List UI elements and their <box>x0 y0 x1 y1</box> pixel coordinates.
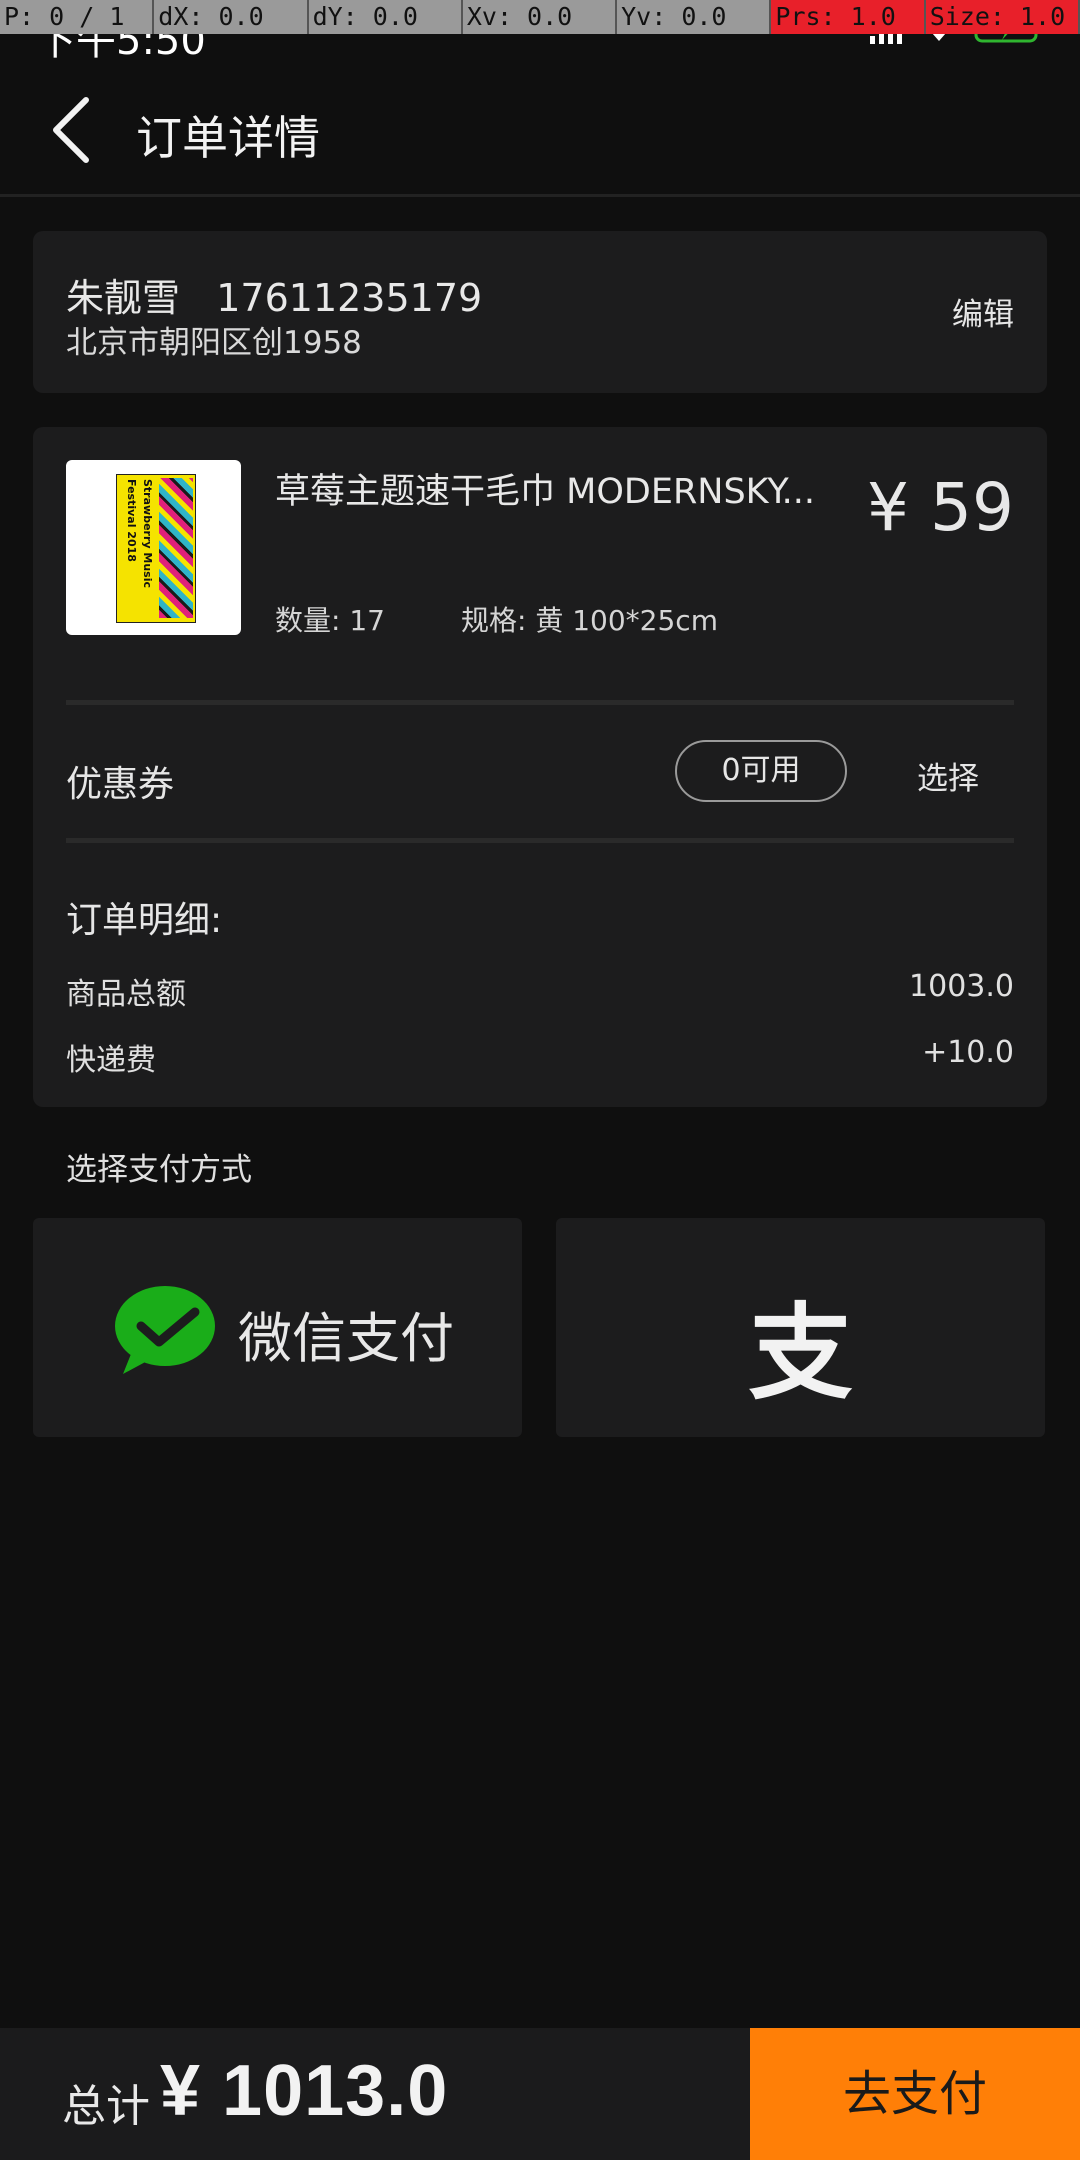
divider <box>66 700 1014 705</box>
product-name[interactable]: 草莓主题速干毛巾 MODERNSKY... <box>275 463 835 514</box>
recipient-address: 北京市朝阳区创1958 <box>66 325 362 361</box>
product-spec: 规格: 黄 100*25cm <box>461 604 718 637</box>
coupon-available-badge[interactable]: 0可用 <box>675 740 847 802</box>
wechat-pay-label: 微信支付 <box>238 1307 454 1370</box>
poster-pattern <box>159 478 193 618</box>
wechat-pay-icon <box>115 1286 215 1374</box>
debug-pressure: Prs: 1.0 <box>771 0 926 34</box>
product-thumbnail[interactable]: Strawberry Music Festival 2018 <box>66 460 241 635</box>
debug-size: Size: 1.0 <box>925 0 1080 34</box>
address-card[interactable]: 朱靓雪 17611235179 北京市朝阳区创1958 编辑 <box>33 231 1047 393</box>
alipay-icon: 支 <box>748 1292 853 1414</box>
subtotal-label: 商品总额 <box>66 977 186 1012</box>
go-pay-button[interactable]: 去支付 <box>750 2028 1080 2160</box>
product-price: ¥ 59 <box>867 469 1014 546</box>
coupon-select-button[interactable]: 选择 <box>917 753 979 798</box>
coupon-label: 优惠券 <box>66 764 175 805</box>
alipay-button[interactable]: 支 <box>556 1218 1045 1437</box>
top-app-bar: 订单详情 <box>0 66 1080 197</box>
debug-dx: dX: 0.0 <box>154 0 309 34</box>
checkout-footer: 总计 ¥ 1013.0 去支付 <box>0 2028 1080 2160</box>
back-arrow-icon[interactable] <box>48 94 96 166</box>
order-detail-title: 订单明细: <box>66 900 223 941</box>
poster-text: Strawberry Music Festival 2018 <box>125 479 154 588</box>
debug-pointer-count: P: 0 / 1 <box>0 0 155 34</box>
festival-poster-image: Strawberry Music Festival 2018 <box>116 474 196 623</box>
debug-yv: Yv: 0.0 <box>617 0 772 34</box>
order-card: Strawberry Music Festival 2018 草莓主题速干毛巾 … <box>33 427 1047 1107</box>
page-title: 订单详情 <box>136 111 320 165</box>
pointer-debug-bar: P: 0 / 1 dX: 0.0 dY: 0.0 Xv: 0.0 Yv: 0.0… <box>0 0 1080 34</box>
subtotal-value: 1003.0 <box>909 969 1014 1004</box>
shipping-value: +10.0 <box>922 1035 1014 1070</box>
divider <box>66 838 1014 843</box>
debug-dy: dY: 0.0 <box>308 0 463 34</box>
payment-method-title: 选择支付方式 <box>66 1152 252 1188</box>
product-quantity: 数量: 17 <box>275 604 385 637</box>
total-label: 总计 <box>62 2081 150 2132</box>
shipping-label: 快递费 <box>66 1043 156 1078</box>
debug-xv: Xv: 0.0 <box>462 0 618 34</box>
recipient-name-phone: 朱靓雪 17611235179 <box>66 276 483 320</box>
total-amount: ¥ 1013.0 <box>160 2051 449 2131</box>
edit-address-button[interactable]: 编辑 <box>952 289 1014 334</box>
wechat-pay-button[interactable]: 微信支付 <box>33 1218 522 1437</box>
